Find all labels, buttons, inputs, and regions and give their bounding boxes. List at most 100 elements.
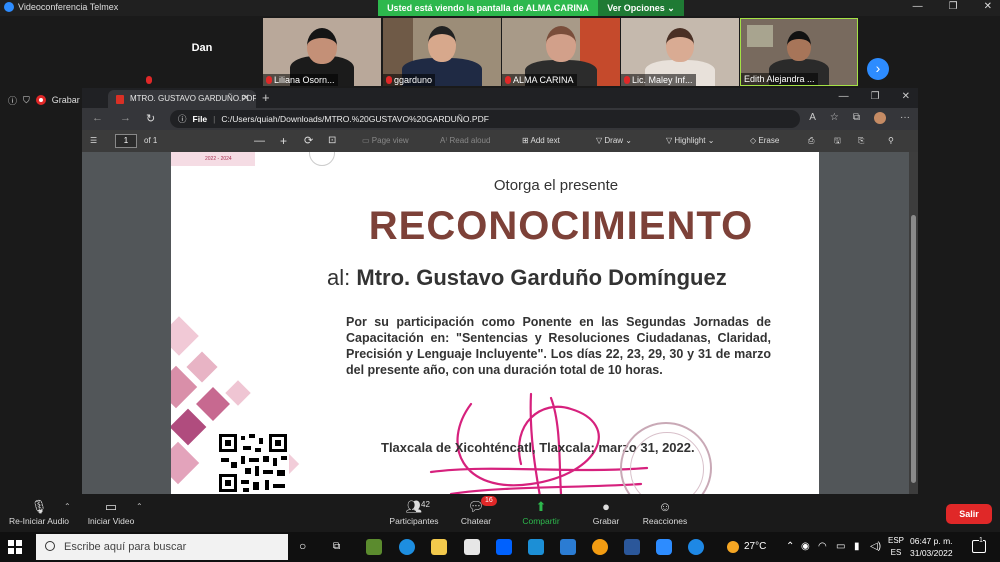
- scrollbar-thumb[interactable]: [911, 215, 916, 483]
- network-icon[interactable]: ▭: [836, 541, 845, 552]
- help-icon[interactable]: [688, 539, 704, 555]
- pdf-page: 2022 - 2024 Otorga el presente RECONOCIM…: [171, 152, 819, 494]
- minimize-icon[interactable]: —: [839, 91, 849, 102]
- new-tab-button[interactable]: +: [262, 90, 270, 105]
- tray-overflow-icon[interactable]: ⌃: [786, 541, 794, 552]
- battery-icon[interactable]: ▮: [854, 541, 860, 552]
- start-video-button[interactable]: ▭ Iniciar Video: [78, 498, 144, 526]
- participant-tile[interactable]: ALMA CARINA: [502, 18, 620, 86]
- maximize-icon[interactable]: ❐: [871, 91, 880, 102]
- page-view-button[interactable]: ▭ Page view: [362, 130, 409, 152]
- audio-options-caret[interactable]: ⌃: [64, 502, 71, 511]
- pin-toolbar-icon[interactable]: ⚲: [888, 130, 894, 152]
- print-icon[interactable]: ⎙: [808, 130, 814, 152]
- mail-icon[interactable]: [560, 539, 576, 555]
- participant-tile[interactable]: Lic. Maley Inf...: [621, 18, 739, 86]
- record-status-label: Grabar: [51, 95, 80, 105]
- refresh-icon[interactable]: ↻: [146, 112, 155, 125]
- app-icon[interactable]: [528, 539, 544, 555]
- participant-name: ggarduno: [394, 75, 433, 85]
- zoom-in-icon[interactable]: +: [280, 130, 287, 152]
- profile-avatar[interactable]: [874, 112, 886, 124]
- participant-tile[interactable]: ggarduno: [383, 18, 501, 86]
- volume-icon[interactable]: ◁): [870, 541, 881, 552]
- windows-start-button[interactable]: [8, 540, 22, 554]
- shield-icon[interactable]: ⛉: [23, 95, 30, 106]
- vertical-scrollbar[interactable]: [909, 152, 918, 494]
- fit-page-icon[interactable]: ⊡: [328, 130, 336, 152]
- forward-icon[interactable]: →: [120, 112, 131, 124]
- close-icon[interactable]: ✕: [902, 91, 910, 102]
- mic-muted-icon: [386, 76, 392, 84]
- word-icon[interactable]: [624, 539, 640, 555]
- minimize-icon[interactable]: —: [913, 1, 923, 12]
- add-text-button[interactable]: ⊞ Add text: [522, 130, 560, 152]
- participants-button[interactable]: 👥︎ 42 Participantes: [381, 498, 447, 526]
- notification-count: 1: [979, 537, 983, 544]
- page-number-input[interactable]: 1: [115, 134, 137, 148]
- taskbar-search-input[interactable]: Escribe aquí para buscar: [36, 534, 288, 560]
- next-participants-button[interactable]: ›: [867, 58, 889, 80]
- wifi-icon[interactable]: ◠: [818, 541, 827, 552]
- file-explorer-icon[interactable]: [431, 539, 447, 555]
- record-button[interactable]: ● Grabar: [573, 498, 639, 526]
- favorite-star-icon[interactable]: ☆: [830, 112, 839, 124]
- search-placeholder: Escribe aquí para buscar: [64, 541, 187, 553]
- read-aloud-button[interactable]: A⁾ Read aloud: [440, 130, 490, 152]
- task-view-icon[interactable]: ⧉: [333, 541, 340, 552]
- decorative-shape: [171, 408, 207, 446]
- participant-label: Edith Alejandra ...: [741, 73, 818, 85]
- notifications-icon[interactable]: 1: [972, 537, 986, 553]
- table-of-contents-icon[interactable]: ☰: [90, 130, 97, 152]
- dropbox-icon[interactable]: [496, 539, 512, 555]
- pdf-viewer[interactable]: 2022 - 2024 Otorga el presente RECONOCIM…: [82, 152, 918, 494]
- save-icon[interactable]: 🖫: [834, 130, 841, 152]
- rotate-icon[interactable]: ⟳: [304, 130, 313, 152]
- participants-label: Participantes: [389, 516, 439, 526]
- collections-icon[interactable]: ⧉: [853, 112, 860, 124]
- participant-tile-active-speaker[interactable]: Edith Alejandra ...: [740, 18, 858, 86]
- language-code: ESP: [888, 536, 905, 545]
- screen-share-banner: Usted está viendo la pantalla de ALMA CA…: [378, 0, 598, 16]
- zoom-out-icon[interactable]: —: [254, 130, 265, 152]
- edge-icon[interactable]: [399, 539, 415, 555]
- chat-button[interactable]: 💬︎ 16 Chatear: [443, 496, 509, 526]
- restart-audio-label: Re-Iniciar Audio: [8, 516, 69, 526]
- draw-button[interactable]: ▽ Draw ⌄: [596, 130, 632, 152]
- maximize-icon[interactable]: ❐: [949, 1, 958, 12]
- brave-icon[interactable]: [592, 539, 608, 555]
- store-icon[interactable]: [464, 539, 480, 555]
- video-options-caret[interactable]: ⌃: [136, 502, 143, 511]
- tab-close-icon[interactable]: ✕: [242, 90, 250, 108]
- more-options-icon[interactable]: ···: [900, 112, 910, 124]
- start-logo-part: [16, 540, 22, 546]
- meet-now-icon[interactable]: ◉: [801, 541, 810, 552]
- cortana-icon[interactable]: ○: [299, 539, 306, 553]
- view-options-button[interactable]: Ver Opciones ⌄: [598, 0, 684, 16]
- weather-temperature[interactable]: 27°C: [744, 541, 766, 552]
- url-input[interactable]: ⓘ File | C:/Users/quiah/Downloads/MTRO.%…: [170, 110, 800, 128]
- clock-time: 06:47 p. m.: [910, 536, 953, 546]
- read-aloud-icon[interactable]: A: [809, 112, 816, 124]
- reactions-icon: ☺: [658, 499, 672, 514]
- participant-tile[interactable]: Liliana Osorn...: [263, 18, 381, 86]
- minecraft-icon[interactable]: [366, 539, 382, 555]
- back-icon[interactable]: ←: [92, 112, 103, 124]
- close-icon[interactable]: ✕: [984, 1, 992, 12]
- restart-audio-button[interactable]: 🎙︎ Re-Iniciar Audio: [6, 498, 72, 526]
- erase-button[interactable]: ◇ Erase: [750, 130, 779, 152]
- system-clock[interactable]: 06:47 p. m. 31/03/2022: [910, 535, 953, 559]
- highlight-button[interactable]: ▽ Highlight ⌄: [666, 130, 714, 152]
- recipient-prefix: al:: [327, 265, 351, 290]
- reactions-button[interactable]: ☺ Reacciones: [632, 498, 698, 526]
- browser-tab[interactable]: MTRO. GUSTAVO GARDUÑO.PDF ✕: [108, 90, 256, 108]
- save-as-icon[interactable]: ⎘: [858, 130, 864, 152]
- keyboard-layout: ES: [890, 548, 902, 557]
- leave-meeting-button[interactable]: Salir: [946, 504, 992, 524]
- participant-tile[interactable]: Dan: [143, 18, 261, 86]
- zoom-app-icon[interactable]: [656, 539, 672, 555]
- info-icon[interactable]: ⓘ: [8, 94, 17, 107]
- share-screen-button[interactable]: ⬆ Compartir: [508, 498, 574, 526]
- participant-name: Edith Alejandra ...: [744, 74, 815, 84]
- input-language[interactable]: ESP ES: [888, 535, 904, 559]
